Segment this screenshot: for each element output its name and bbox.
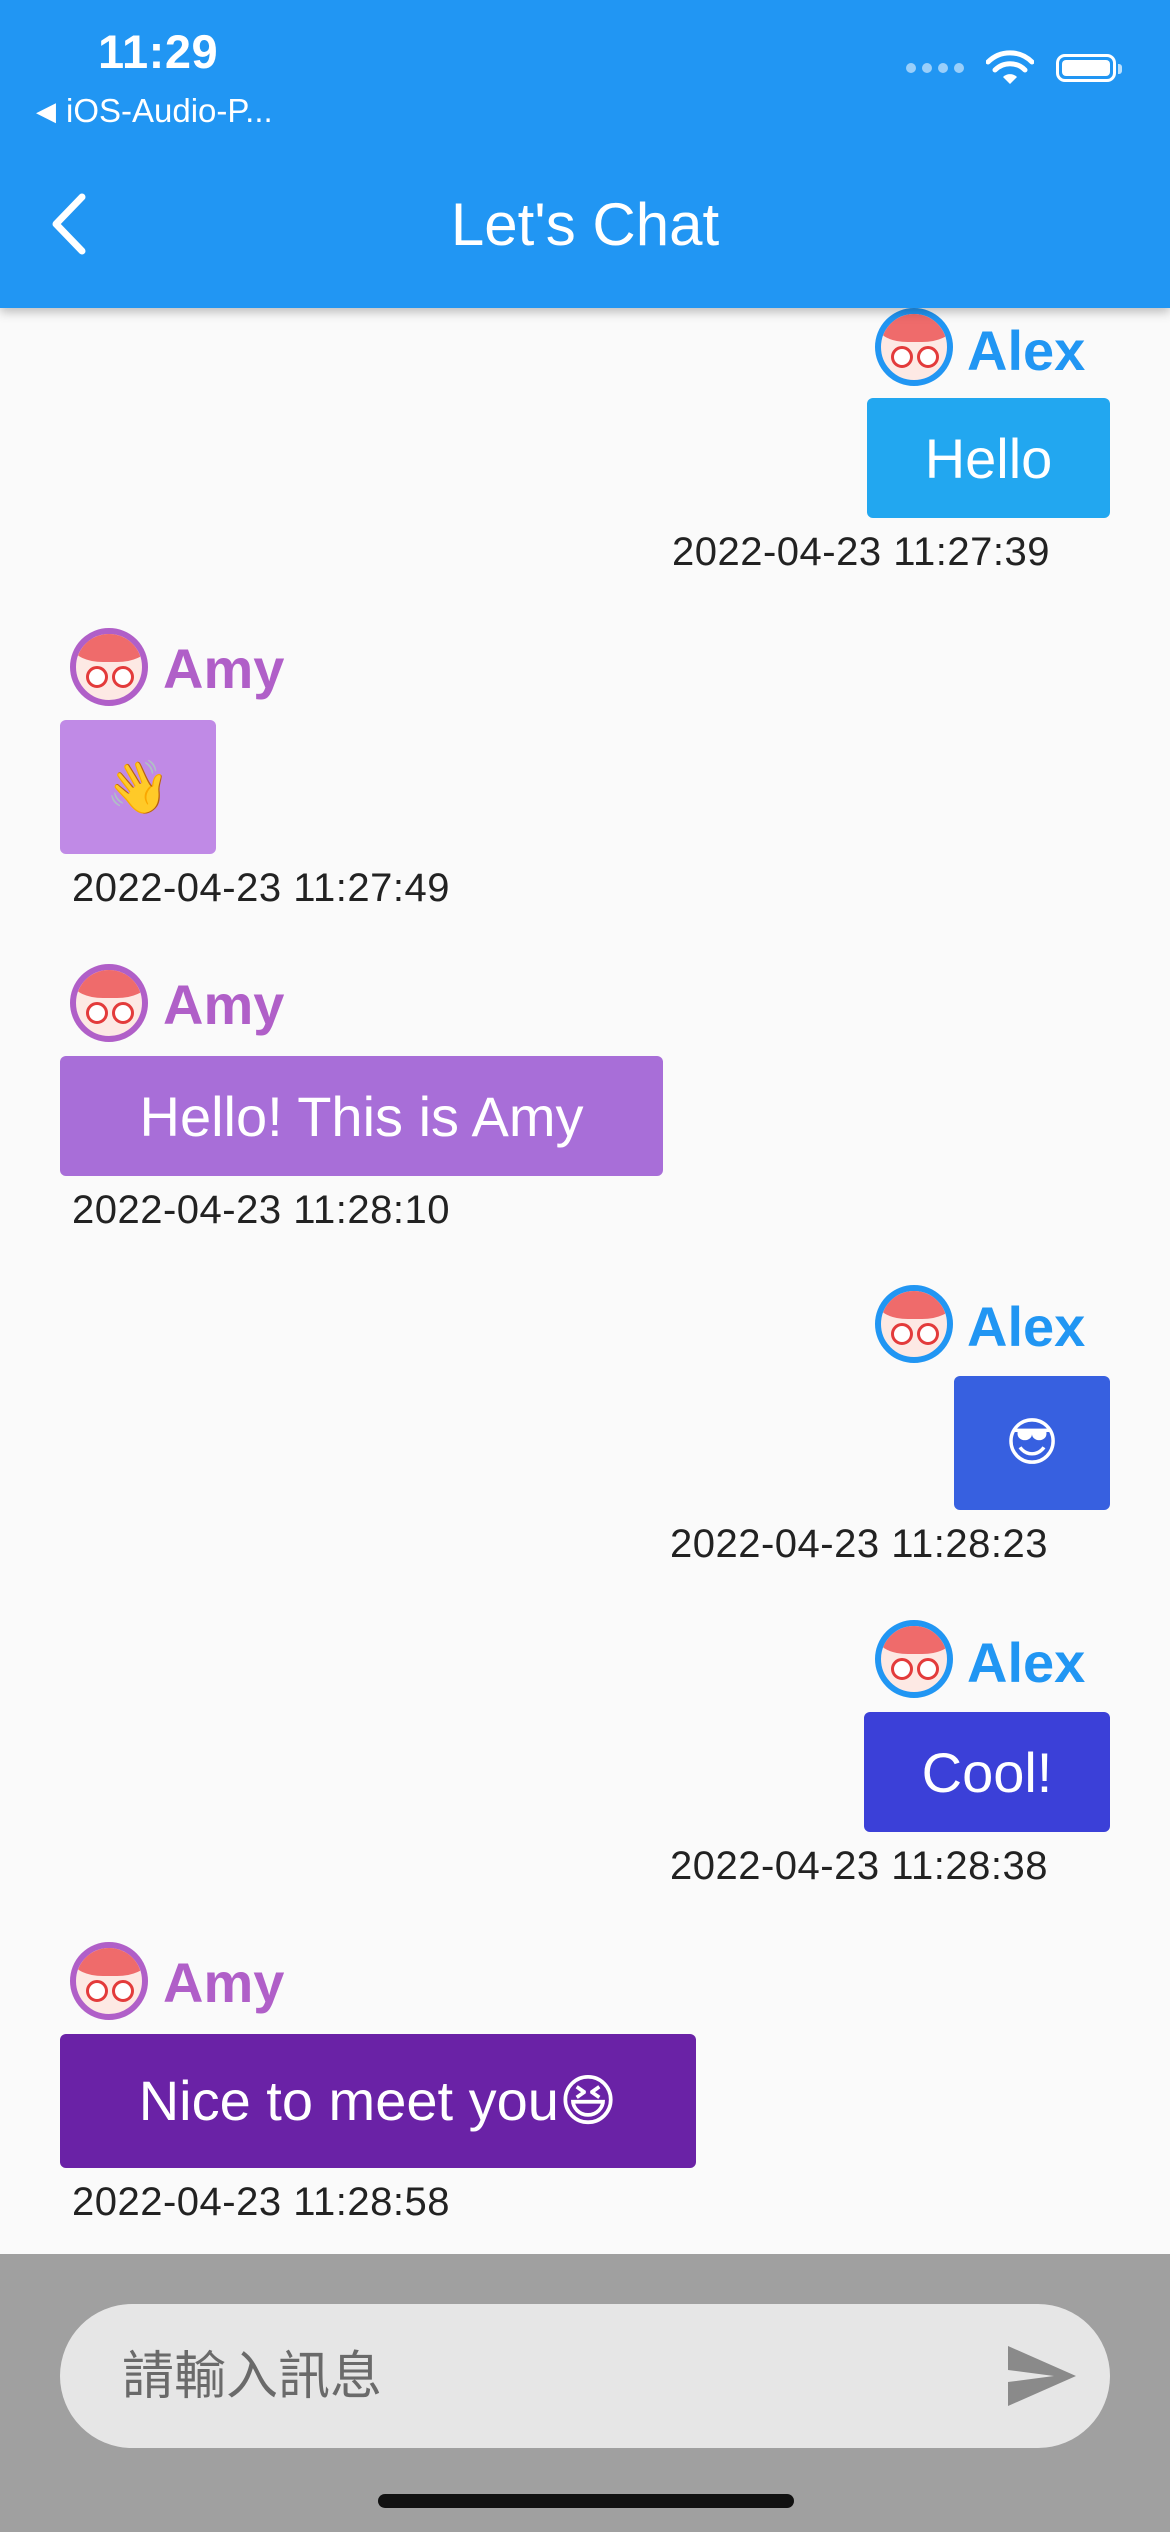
message-timestamp: 2022-04-23 11:28:10	[72, 1188, 450, 1232]
avatar-icon	[875, 1620, 953, 1698]
sender-name: Alex	[967, 1295, 1086, 1358]
sender-name: Amy	[163, 637, 285, 700]
message-bubble[interactable]: Hello	[867, 398, 1110, 518]
wifi-icon	[986, 50, 1034, 84]
back-app-label: iOS-Audio-P...	[66, 92, 273, 129]
message-timestamp: 2022-04-23 11:28:38	[670, 1844, 1048, 1888]
avatar-icon	[70, 964, 148, 1042]
message-input[interactable]	[120, 2304, 1004, 2450]
app-bar: 11:29 ◀ iOS-Audio-P... Let's Chat	[0, 0, 1170, 308]
sender-name: Alex	[967, 319, 1086, 382]
home-indicator[interactable]	[378, 2494, 794, 2508]
avatar-icon	[70, 628, 148, 706]
sender-name: Amy	[163, 973, 285, 1036]
back-to-app-link[interactable]: ◀ iOS-Audio-P...	[36, 92, 273, 130]
avatar-icon	[875, 1285, 953, 1363]
message-timestamp: 2022-04-23 11:27:39	[672, 530, 1050, 574]
signal-icon	[906, 63, 964, 73]
send-icon	[1008, 2346, 1076, 2406]
message-bubble[interactable]: 😎	[954, 1376, 1110, 1510]
message-bubble[interactable]: 👋	[60, 720, 216, 854]
message-timestamp: 2022-04-23 11:27:49	[72, 866, 450, 910]
message-timestamp: 2022-04-23 11:28:23	[670, 1522, 1048, 1566]
message-timestamp: 2022-04-23 11:28:58	[72, 2180, 450, 2224]
page-title: Let's Chat	[450, 191, 720, 258]
battery-icon	[1056, 54, 1122, 82]
message-bubble[interactable]: Nice to meet you😆	[60, 2034, 696, 2168]
message-bubble[interactable]: Cool!	[864, 1712, 1110, 1832]
sender-name: Amy	[163, 1951, 285, 2014]
status-icons	[906, 50, 1122, 86]
status-time: 11:29	[98, 25, 219, 78]
sender-name: Alex	[967, 1631, 1086, 1694]
message-input-bar	[0, 2254, 1170, 2532]
avatar-icon	[70, 1942, 148, 2020]
avatar-icon	[875, 308, 953, 386]
message-input-container	[60, 2304, 1110, 2450]
send-button[interactable]	[1004, 2338, 1080, 2414]
back-triangle-icon: ◀	[36, 95, 56, 126]
message-bubble[interactable]: Hello! This is Amy	[60, 1056, 663, 1176]
